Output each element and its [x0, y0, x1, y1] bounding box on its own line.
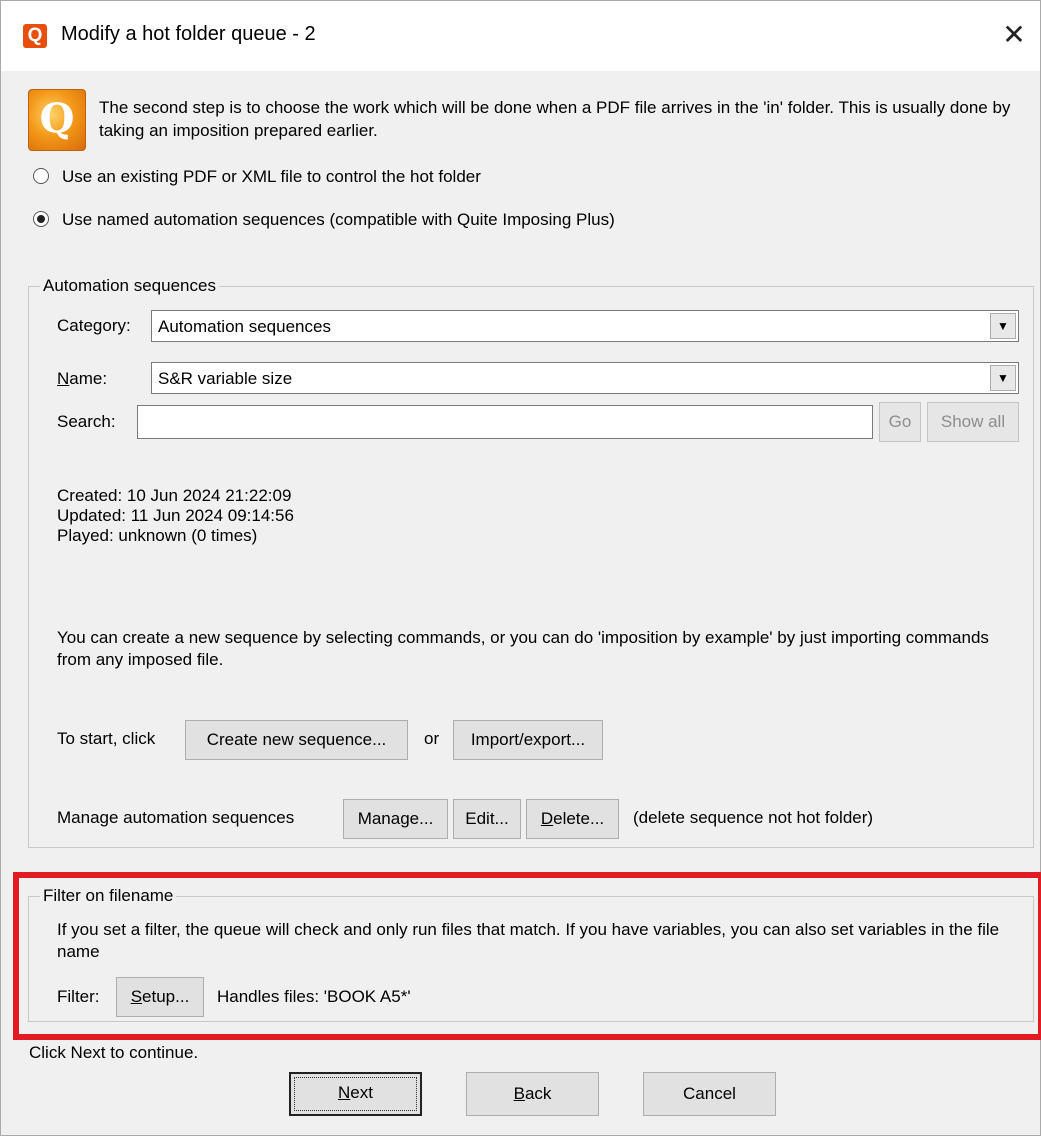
sequence-info: Created: 10 Jun 2024 21:22:09 Updated: 1… [57, 486, 294, 546]
name-dropdown[interactable]: S&R variable size ▼ [151, 362, 1019, 394]
create-new-sequence-button[interactable]: Create new sequence... [185, 720, 408, 760]
continue-text: Click Next to continue. [29, 1043, 199, 1062]
search-input[interactable] [137, 405, 873, 439]
automation-group-title: Automation sequences [40, 276, 219, 296]
chevron-down-icon[interactable]: ▼ [990, 313, 1016, 339]
radio-named-sequences[interactable] [33, 211, 49, 227]
sequence-help-text: You can create a new sequence by selecti… [57, 628, 989, 669]
search-label: Search: [57, 412, 116, 431]
next-button[interactable]: Next [289, 1072, 422, 1116]
delete-note: (delete sequence not hot folder) [633, 808, 874, 827]
manage-button[interactable]: Manage... [343, 799, 448, 839]
start-label: To start, click [57, 729, 156, 748]
radio-existing-file[interactable] [33, 168, 49, 184]
manage-label: Manage automation sequences [57, 808, 295, 827]
delete-button[interactable]: Delete... [526, 799, 619, 839]
window-title: Modify a hot folder queue - 2 [61, 23, 316, 45]
cancel-button[interactable]: Cancel [643, 1072, 776, 1116]
back-button[interactable]: Back [466, 1072, 599, 1116]
created-text: Created: 10 Jun 2024 21:22:09 [57, 486, 292, 505]
category-label: Category: [57, 316, 131, 335]
category-value: Automation sequences [158, 317, 331, 336]
radio-existing-file-label[interactable]: Use an existing PDF or XML file to contr… [62, 167, 481, 187]
import-export-button[interactable]: Import/export... [453, 720, 603, 760]
show-all-button[interactable]: Show all [927, 402, 1019, 442]
next-button-label: Next [294, 1077, 417, 1111]
quite-imposing-logo-icon: Q [28, 89, 86, 151]
close-icon[interactable]: ✕ [996, 17, 1032, 53]
dialog-window: Q Modify a hot folder queue - 2 ✕ Q The … [0, 0, 1041, 1136]
app-q-icon: Q [23, 24, 47, 48]
name-label: Name: [57, 369, 108, 388]
title-bar: Q Modify a hot folder queue - 2 ✕ [1, 1, 1040, 71]
go-button[interactable]: Go [879, 402, 921, 442]
edit-button[interactable]: Edit... [453, 799, 521, 839]
played-text: Played: unknown (0 times) [57, 526, 258, 545]
category-dropdown[interactable]: Automation sequences ▼ [151, 310, 1019, 342]
highlight-box [13, 872, 1041, 1040]
chevron-down-icon[interactable]: ▼ [990, 365, 1016, 391]
intro-text: The second step is to choose the work wh… [99, 98, 1011, 140]
name-value: S&R variable size [158, 369, 293, 388]
or-label: or [424, 729, 440, 748]
radio-named-sequences-label[interactable]: Use named automation sequences (compatib… [62, 210, 615, 230]
updated-text: Updated: 11 Jun 2024 09:14:56 [57, 506, 294, 525]
